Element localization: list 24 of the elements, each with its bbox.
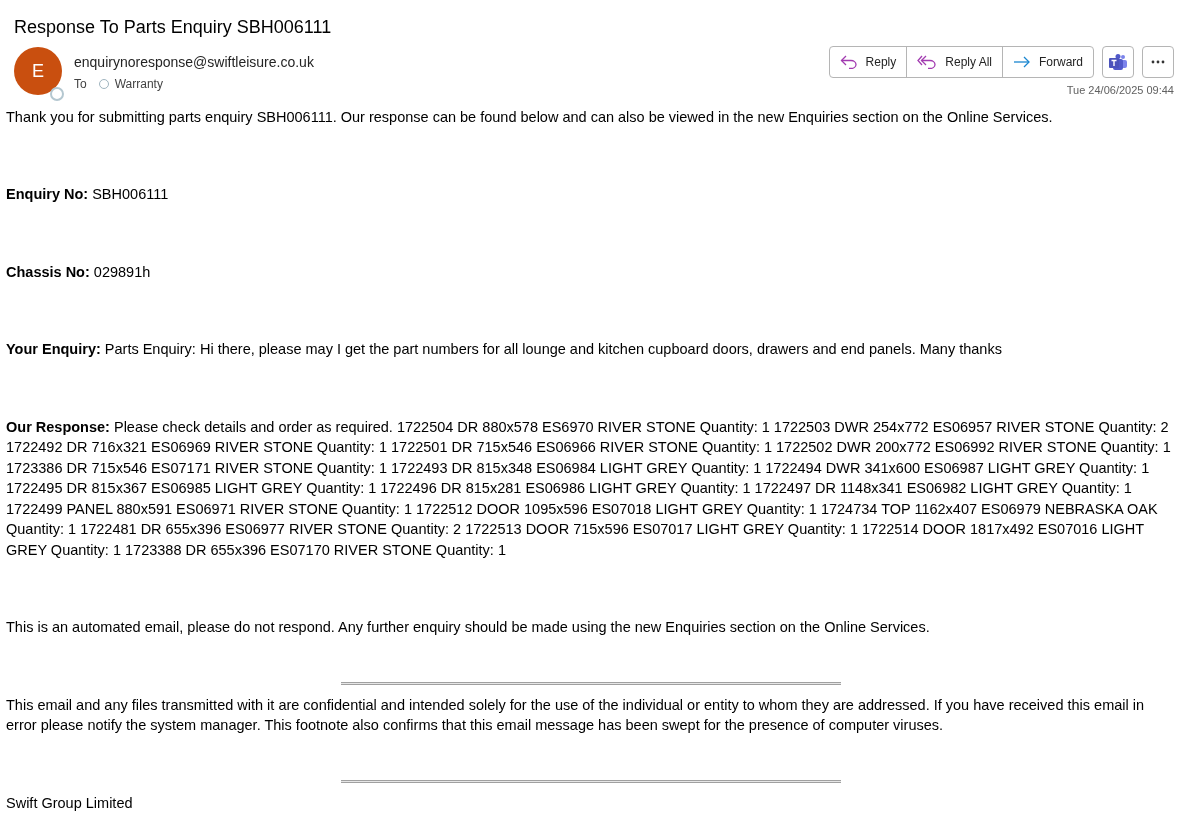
sender-email: enquirynoresponse@swiftleisure.co.uk <box>74 53 314 72</box>
body-paragraph: Chassis No: 029891h <box>6 262 152 282</box>
body-paragraph: Thank you for submitting parts enquiry SBH006111. Our response can be found below and can also be viewed in the new Enquiries section on the Online Services. <box>6 107 1054 127</box>
reply-all-icon <box>917 55 938 69</box>
body-paragraph: Enquiry No: SBH006111 <box>6 185 170 204</box>
teams-icon <box>1109 54 1127 70</box>
more-icon <box>1151 60 1165 64</box>
body-paragraph: Our Response: Please check details and order as required. 1722504 DR 880x578 ES6970 RIVER STONE Quantity: 1 1722503 DWR 254x772 ES06957 RIVER STONE Quantity: 2 1722492 DR 716x321 ES06969 RIVER STONE Quantity: 1 1722501 DR 715x546 ES06966 RIVER STONE Quantity: 1 1722502 DWR 200x772 ES06992 RIVER STONE Quantity: 1 1723386 DR 715x546 ES07171 RIVER STONE Quantity: 1 1722493 DR 815x348 ES06984 LIGHT GREY Quantity: 1 1722494 DWR 341x600 ES06987 LIGHT GREY Quantity: 1 1722495 DR 815x367 ES06985 LIGHT GREY Quantity: 1 1722496 DR 815x281 ES06986 LIGHT GREY Quantity: 1 1722497 DR 1148x341 ES06982 LIGHT GREY Quantity: 1 1722499 PANEL 880x591 ES06971 RIVER STONE Quantity: 1 1722512 DOOR 1095x596 ES07018 LIGHT GREY Quantity: 1 1724734 TOP 1162x407 ES06979 NEBRASKA OAK Quantity: 1 1722481 DR 655x396 ES06977 RIVER STONE Quantity: 2 1722513 DOOR 715x596 ES07017 LIGHT GREY Quantity: 1 1722514 DOOR 1817x492 ES07016 LIGHT GREY Quantity: 1 1723388 DR 655x396 ES07170 RIVER STONE Quantity: 1 <box>6 417 1172 560</box>
body-paragraph: This is an automated email, please do not respond. Any further enquiry should be made using the new Enquiries section on the Online Services. <box>6 618 931 637</box>
forward-icon <box>1013 56 1031 68</box>
body-paragraph: Your Enquiry: Parts Enquiry: Hi there, please may I get the part numbers for all lounge and kitchen cupboard doors, drawers and end panels. Many thanks <box>6 340 1003 359</box>
email-subject: Response To Parts Enquiry SBH006111 <box>13 16 333 39</box>
action-button[interactable]: Reply <box>829 47 907 77</box>
teams-button[interactable] <box>1102 46 1134 78</box>
reply-icon <box>839 55 858 69</box>
presence-icon <box>50 86 64 101</box>
email-date: Tue 24/06/2025 09:44 <box>1066 83 1174 98</box>
to-label: To <box>74 76 87 93</box>
footer-note: Swift Group Limited <box>6 793 134 813</box>
sender-avatar: E <box>14 47 62 95</box>
action-button[interactable]: Reply All <box>906 47 1002 77</box>
action-button[interactable]: Forward <box>1002 47 1093 77</box>
footer-note: This email and any files transmitted with it are confidential and intended solely for the use of the individual or entity to whom they are addressed. If you have received this email in error please notify the system manager. This footnote also confirms that this email message has been swept for the presence of computer viruses. <box>6 695 1146 735</box>
recipient-name: Warranty <box>114 76 163 93</box>
